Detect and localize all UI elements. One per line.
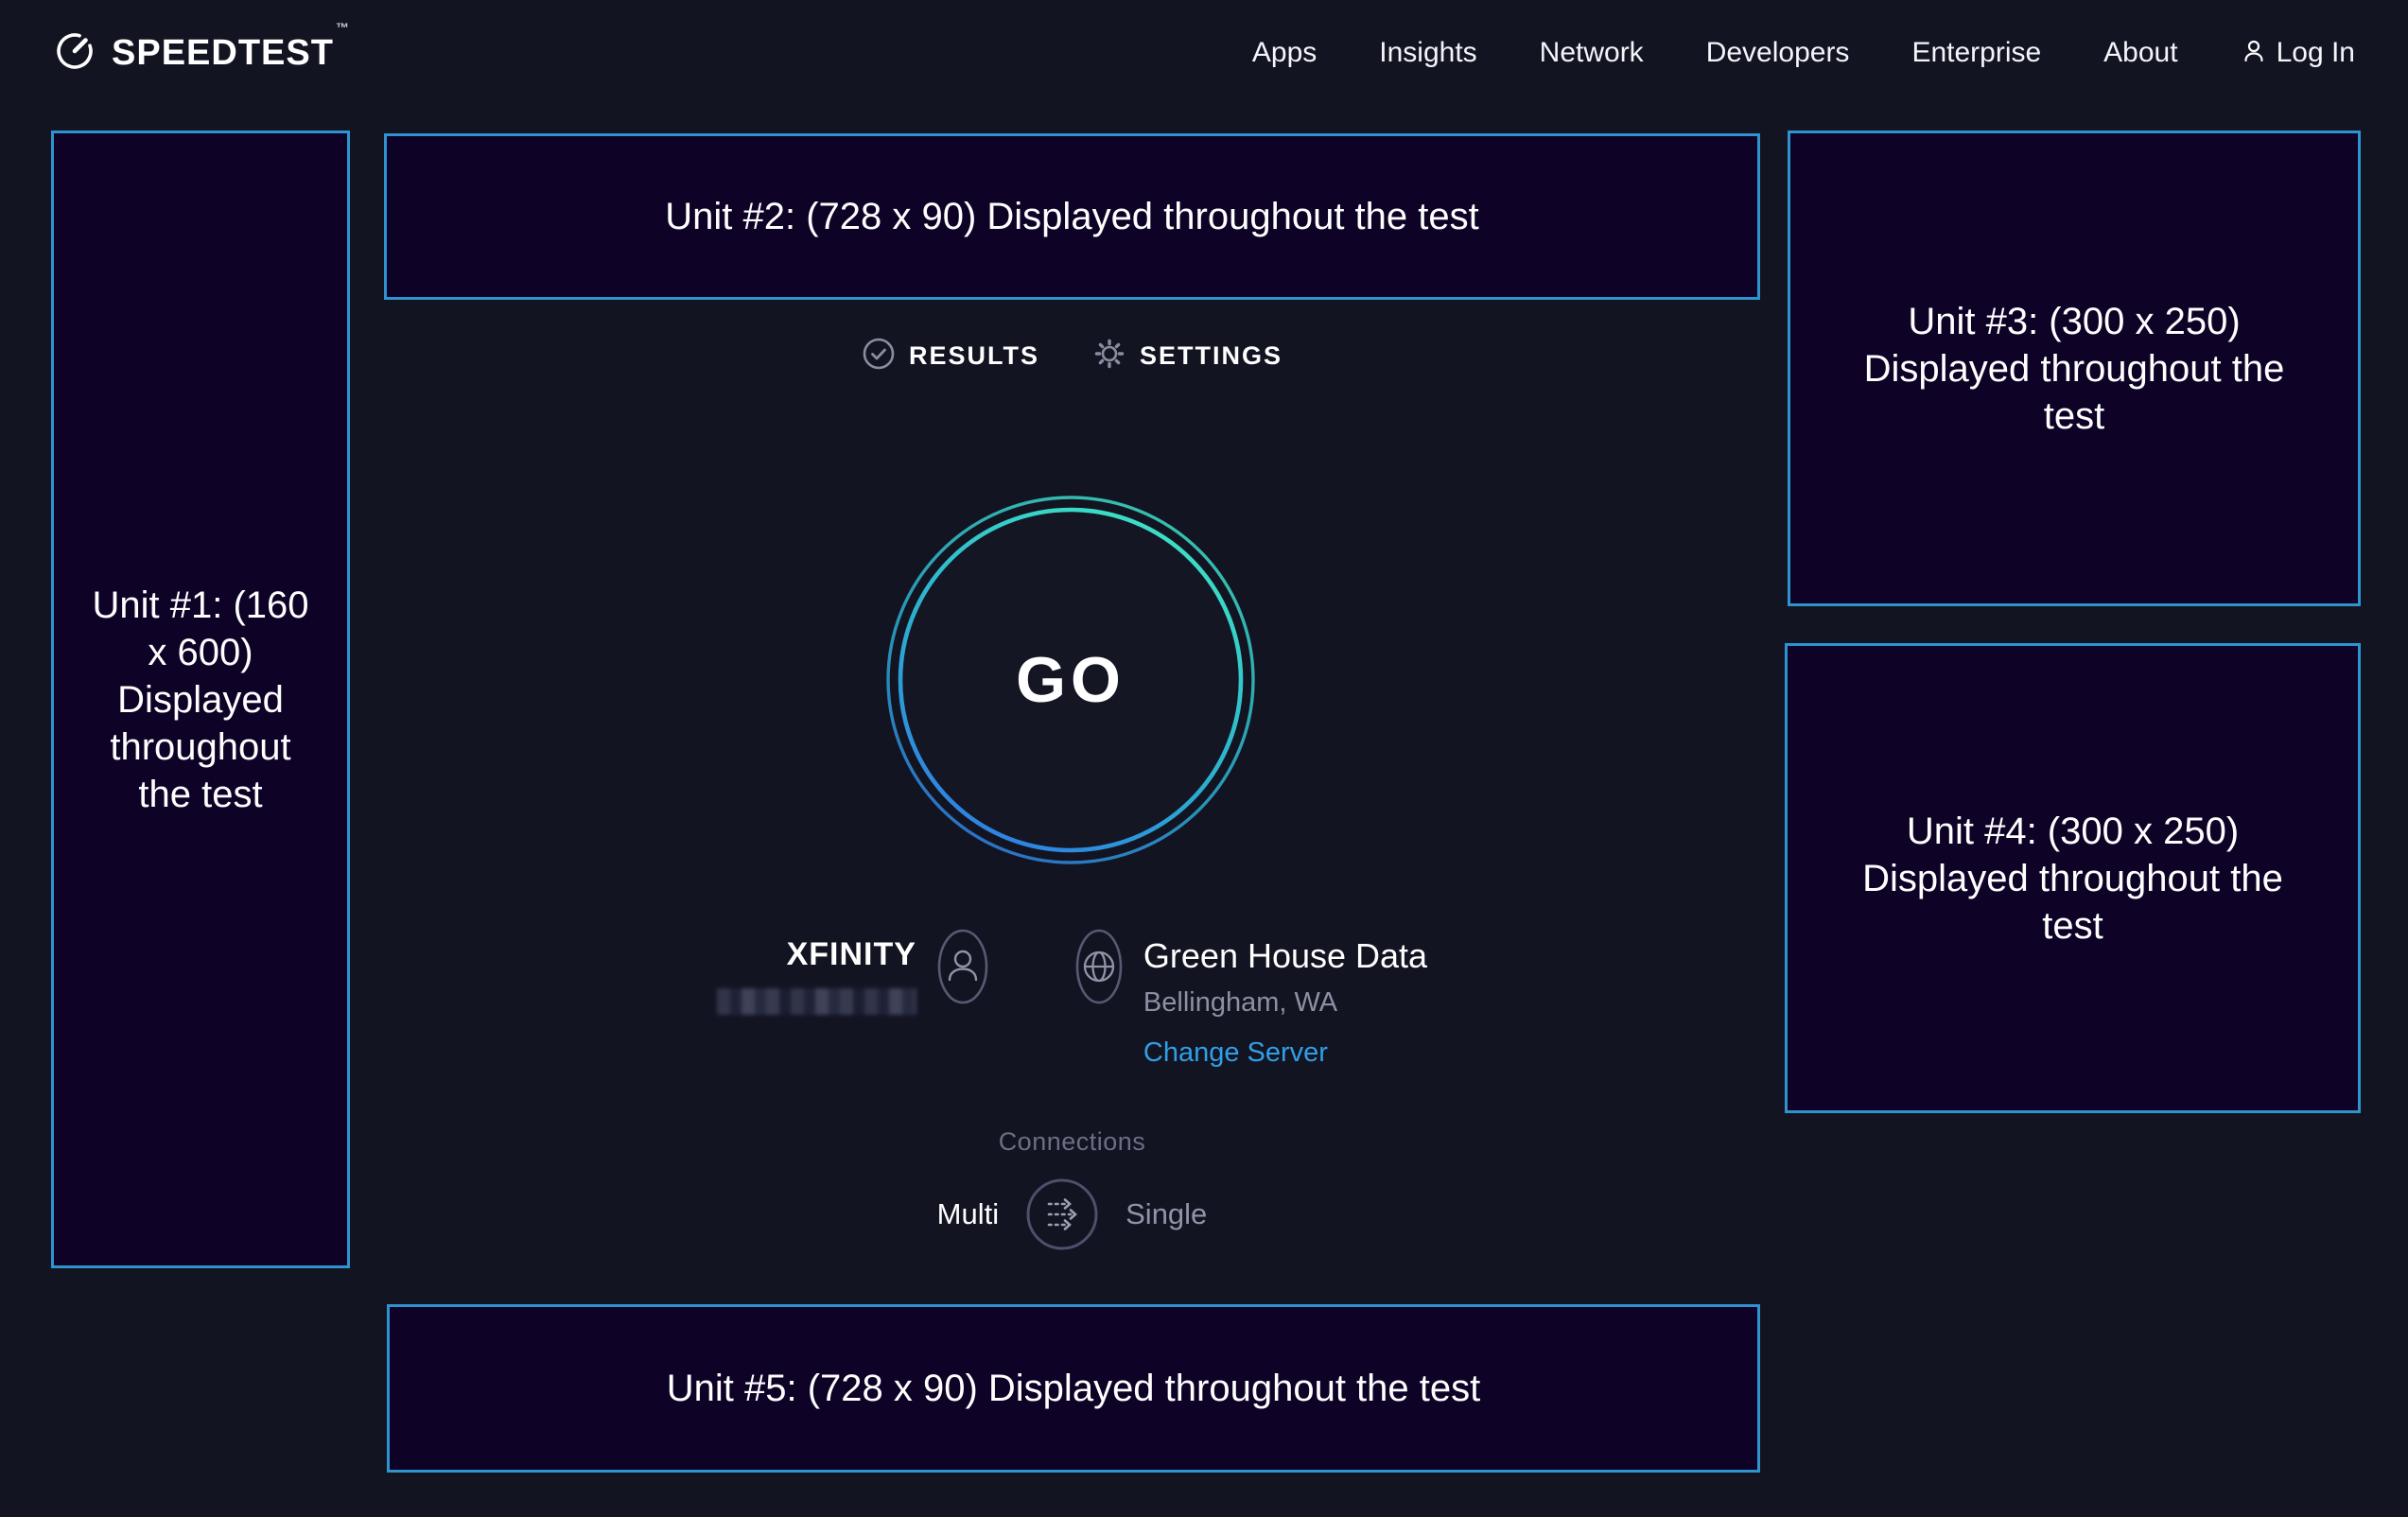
server-name: Green House Data <box>1143 936 1427 976</box>
ad-unit-1-skyscraper: Unit #1: (160 x 600) Displayed throughou… <box>51 131 350 1268</box>
connection-mode-multi[interactable]: Multi <box>937 1197 999 1231</box>
ad-unit-5-leaderboard: Unit #5: (728 x 90) Displayed throughout… <box>387 1304 1760 1473</box>
ad-unit-2-label: Unit #2: (728 x 90) Displayed throughout… <box>665 193 1479 240</box>
tab-results-label: RESULTS <box>909 341 1039 371</box>
go-button[interactable]: GO <box>886 496 1255 864</box>
isp-user-badge-icon[interactable] <box>937 929 988 1009</box>
isp-name: XFINITY <box>717 936 916 973</box>
go-button-label: GO <box>886 496 1255 864</box>
user-icon <box>2241 38 2267 69</box>
speedtest-logo[interactable]: SPEEDTEST™ <box>53 29 348 78</box>
gear-icon <box>1092 337 1126 375</box>
redacted-ip-blur <box>717 988 916 1015</box>
nav-item-insights[interactable]: Insights <box>1379 37 1476 69</box>
check-circle-icon <box>862 337 896 375</box>
connection-mode-single[interactable]: Single <box>1125 1197 1207 1231</box>
server-globe-badge-icon[interactable] <box>1075 929 1123 1009</box>
top-navbar: SPEEDTEST™ Apps Insights Network Develop… <box>0 0 2408 106</box>
brand-name: SPEEDTEST™ <box>112 33 348 74</box>
ad-unit-1-label: Unit #1: (160 x 600) Displayed throughou… <box>82 582 319 818</box>
isp-block: XFINITY <box>717 929 916 1020</box>
ad-unit-5-label: Unit #5: (728 x 90) Displayed throughout… <box>667 1365 1481 1412</box>
ad-unit-4-rectangle: Unit #4: (300 x 250) Displayed throughou… <box>1785 643 2361 1113</box>
nav-item-about[interactable]: About <box>2103 37 2177 69</box>
tab-settings-label: SETTINGS <box>1140 341 1283 371</box>
tab-settings[interactable]: SETTINGS <box>1092 337 1283 375</box>
tab-results[interactable]: RESULTS <box>862 337 1039 375</box>
nav-menu: Apps Insights Network Developers Enterpr… <box>1252 37 2355 69</box>
connections-section: Connections Multi Single <box>384 1127 1760 1251</box>
server-location: Bellingham, WA <box>1143 987 1427 1019</box>
ad-unit-3-rectangle: Unit #3: (300 x 250) Displayed throughou… <box>1788 131 2361 606</box>
nav-item-apps[interactable]: Apps <box>1252 37 1317 69</box>
connection-mode-row: Multi Single <box>937 1177 1208 1251</box>
connection-mode-toggle[interactable] <box>1025 1177 1099 1251</box>
nav-item-network[interactable]: Network <box>1540 37 1644 69</box>
server-block: Green House Data Bellingham, WA Change S… <box>1143 929 1427 1069</box>
ad-unit-4-label: Unit #4: (300 x 250) Displayed throughou… <box>1860 808 2286 950</box>
trademark-mark: ™ <box>336 20 350 35</box>
tab-bar: RESULTS SETTINGS <box>384 337 1760 375</box>
speedometer-icon <box>53 29 96 78</box>
change-server-link[interactable]: Change Server <box>1143 1037 1427 1069</box>
nav-item-enterprise[interactable]: Enterprise <box>1911 37 2041 69</box>
connection-info-row: XFINITY Green House Data Bellingham, WA … <box>384 929 1760 1069</box>
connections-label: Connections <box>999 1127 1146 1157</box>
login-button[interactable]: Log In <box>2241 37 2355 69</box>
ad-unit-3-label: Unit #3: (300 x 250) Displayed throughou… <box>1861 298 2287 440</box>
login-label: Log In <box>2277 37 2355 69</box>
ad-unit-2-leaderboard: Unit #2: (728 x 90) Displayed throughout… <box>384 133 1760 300</box>
nav-item-developers[interactable]: Developers <box>1706 37 1850 69</box>
